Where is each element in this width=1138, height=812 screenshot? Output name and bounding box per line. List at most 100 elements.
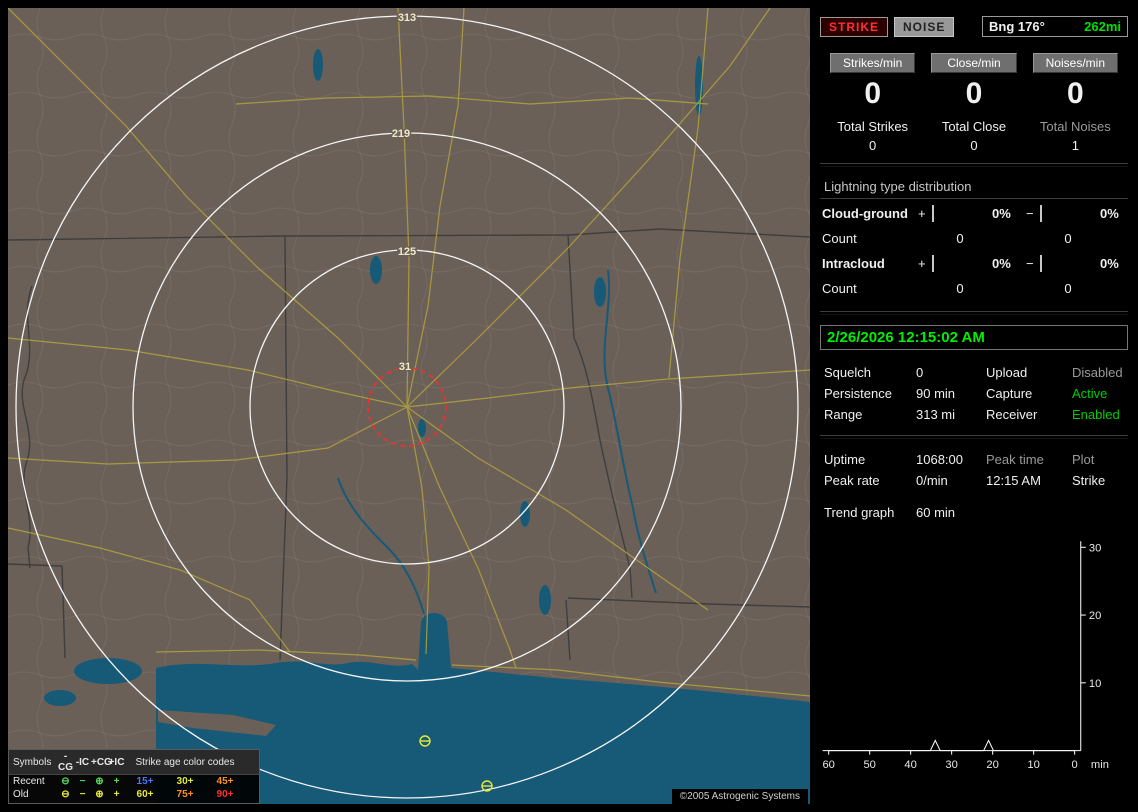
legend-row-recent: Recent ⊖ − ⊕ + 15+ 30+ 45+ — [9, 775, 259, 788]
mode-row: STRIKE NOISE Bng 176° 262mi — [820, 16, 1128, 37]
pos-cg-icon: ⊕ — [95, 789, 104, 800]
ring-label-31: 31 — [399, 361, 411, 373]
trend-graph-label: Trend graph — [824, 505, 895, 520]
squelch-label: Squelch — [824, 365, 871, 380]
age-code: 45+ — [216, 776, 234, 787]
cg-positive-pct: 0% — [992, 206, 1011, 221]
total-close-value: 0 — [970, 138, 978, 153]
intracloud-label: Intracloud — [822, 256, 885, 271]
app-window: 313 219 125 31 Symbols -CG -IC +CG +IC S… — [0, 0, 1138, 812]
capture-status: Active — [1072, 386, 1108, 401]
ic-positive-bar — [932, 255, 934, 272]
pos-cg-icon: ⊕ — [95, 776, 104, 787]
ic-negative-pct: 0% — [1100, 256, 1119, 271]
cloud-ground-row: Cloud-ground + 0% − 0% — [818, 201, 1130, 226]
peak-rate-label: Peak rate — [824, 473, 880, 488]
noise-mode-button[interactable]: NOISE — [894, 16, 955, 37]
cg-negative-pct: 0% — [1100, 206, 1119, 221]
age-code: 75+ — [176, 789, 194, 800]
trend-graph-row: Trend graph 60 min — [818, 505, 1130, 523]
strikes-per-min-button[interactable]: Strikes/min — [830, 53, 916, 73]
svg-text:60: 60 — [822, 759, 834, 771]
strikes-column: Strikes/min 0 Total Strikes 0 — [822, 53, 923, 153]
svg-text:min: min — [1091, 759, 1109, 771]
section-divider — [820, 198, 1128, 199]
copyright-notice: ©2005 Astrogenic Systems — [671, 789, 808, 804]
legend-age-header: Strike age color codes — [135, 756, 235, 768]
count-label: Count — [822, 281, 857, 296]
ring-label-313: 313 — [398, 12, 416, 24]
strikes-per-min-value: 0 — [864, 77, 881, 110]
svg-text:0: 0 — [1072, 759, 1078, 771]
legend-symbols-header: Symbols — [13, 756, 52, 768]
uptime-label: Uptime — [824, 452, 866, 467]
ring-label-219: 219 — [392, 128, 410, 140]
total-close-label: Total Close — [941, 119, 1007, 134]
plus-sign: + — [918, 206, 926, 221]
svg-text:40: 40 — [904, 759, 916, 771]
section-divider — [820, 435, 1128, 439]
close-column: Close/min 0 Total Close 0 — [923, 53, 1024, 153]
cloud-ground-label: Cloud-ground — [822, 206, 908, 221]
svg-text:10: 10 — [1089, 678, 1101, 690]
plot-label: Plot — [1072, 452, 1095, 467]
trend-chart-area: 10 20 30 60 50 40 30 20 10 0 min — [820, 529, 1130, 780]
age-code: 60+ — [136, 789, 154, 800]
age-code: 15+ — [136, 776, 154, 787]
intracloud-row: Intracloud + 0% − 0% — [818, 251, 1130, 276]
plus-sign: + — [918, 256, 926, 271]
persistence-value: 90 min — [916, 386, 956, 401]
legend-col-pos-ic: +IC — [108, 756, 125, 768]
uptime-value: 1068:00 — [916, 452, 963, 467]
neg-ic-icon: − — [79, 776, 86, 787]
ic-negative-count: 0 — [1064, 281, 1072, 296]
map-canvas[interactable]: 313 219 125 31 — [8, 8, 810, 804]
legend-header: Symbols -CG -IC +CG +IC Strike age color… — [9, 750, 259, 775]
plot-value: Strike — [1072, 473, 1106, 488]
squelch-value: 0 — [916, 365, 924, 380]
status-row: Range 313 mi Receiver Enabled — [818, 404, 1130, 425]
trend-chart: 10 20 30 60 50 40 30 20 10 0 min — [822, 541, 1109, 771]
close-per-min-button[interactable]: Close/min — [931, 53, 1017, 73]
section-divider — [820, 311, 1128, 315]
age-code: 30+ — [176, 776, 194, 787]
upload-status: Disabled — [1072, 365, 1123, 380]
count-label: Count — [822, 231, 857, 246]
bearing-value: Bng 176° — [989, 19, 1045, 34]
ic-positive-pct: 0% — [992, 256, 1011, 271]
pos-ic-icon: + — [113, 776, 120, 787]
status-row: Squelch 0 Upload Disabled — [818, 362, 1130, 383]
peak-time-label: Peak time — [986, 452, 1044, 467]
svg-text:20: 20 — [1089, 610, 1101, 622]
noises-per-min-button[interactable]: Noises/min — [1032, 53, 1118, 73]
legend-col-neg-ic: -IC — [75, 756, 90, 768]
strike-mode-button[interactable]: STRIKE — [820, 16, 889, 37]
svg-text:50: 50 — [863, 759, 875, 771]
legend-recent-label: Recent — [13, 776, 45, 787]
peak-time-value: 12:15 AM — [986, 473, 1041, 488]
minus-sign: − — [1026, 206, 1034, 221]
capture-label: Capture — [986, 386, 1033, 401]
map-panel[interactable]: 313 219 125 31 Symbols -CG -IC +CG +IC S… — [8, 8, 810, 804]
upload-label: Upload — [986, 365, 1028, 380]
datetime-readout: 2/26/2026 12:15:02 AM — [820, 325, 1128, 350]
neg-cg-icon: ⊖ — [61, 789, 70, 800]
total-noises-value: 1 — [1071, 138, 1079, 153]
noises-per-min-value: 0 — [1066, 77, 1084, 110]
legend-col-pos-cg: +CG — [91, 756, 112, 768]
svg-text:30: 30 — [1089, 542, 1101, 554]
legend-row-old: Old ⊖ − ⊕ + 60+ 75+ 90+ — [9, 788, 259, 801]
ring-label-125: 125 — [398, 246, 416, 258]
close-per-min-value: 0 — [965, 77, 983, 110]
status-row: Persistence 90 min Capture Active — [818, 383, 1130, 404]
range-value: 313 mi — [916, 407, 956, 422]
svg-text:20: 20 — [986, 759, 998, 771]
ic-negative-bar — [1040, 255, 1042, 272]
neg-cg-icon: ⊖ — [61, 776, 70, 787]
info-row: Peak rate 0/min 12:15 AM Strike — [818, 470, 1130, 491]
bearing-distance-readout: Bng 176° 262mi — [982, 16, 1128, 37]
cg-negative-bar — [1040, 205, 1042, 222]
cg-positive-count: 0 — [956, 231, 964, 246]
control-panel: STRIKE NOISE Bng 176° 262mi Strikes/min … — [818, 8, 1130, 804]
legend-old-label: Old — [13, 789, 29, 800]
